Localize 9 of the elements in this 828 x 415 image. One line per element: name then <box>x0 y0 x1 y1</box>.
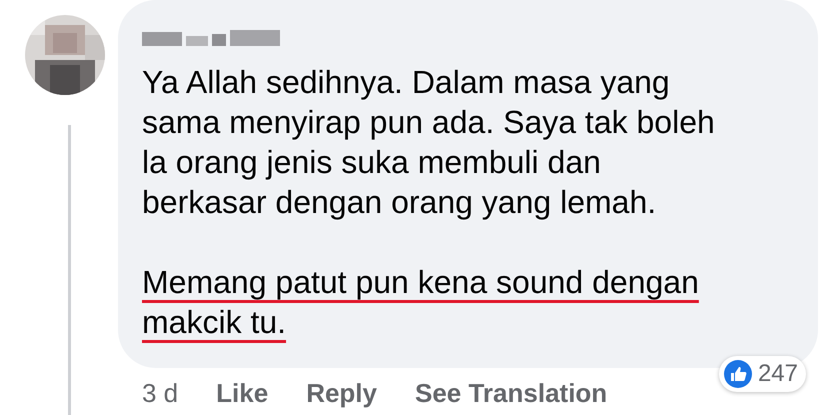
comment-time: 3 d <box>142 378 178 408</box>
reply-button[interactable]: Reply <box>306 378 377 408</box>
reaction-badge[interactable]: 247 <box>718 356 806 392</box>
reaction-count: 247 <box>758 360 798 388</box>
comment-text: Ya Allah sedihnya. Dalam masa yang sama menyirap pun ada. Saya tak boleh la orang jenis suka membuli dan berkasar dengan orang yang lemah. <box>142 63 715 222</box>
like-button[interactable]: Like <box>216 378 268 408</box>
translation-link[interactable]: See Translation <box>415 378 608 408</box>
thumbs-up-icon <box>722 359 753 389</box>
comment-text: Memang patut pun kena sound dengan makcik tu. <box>142 263 699 342</box>
